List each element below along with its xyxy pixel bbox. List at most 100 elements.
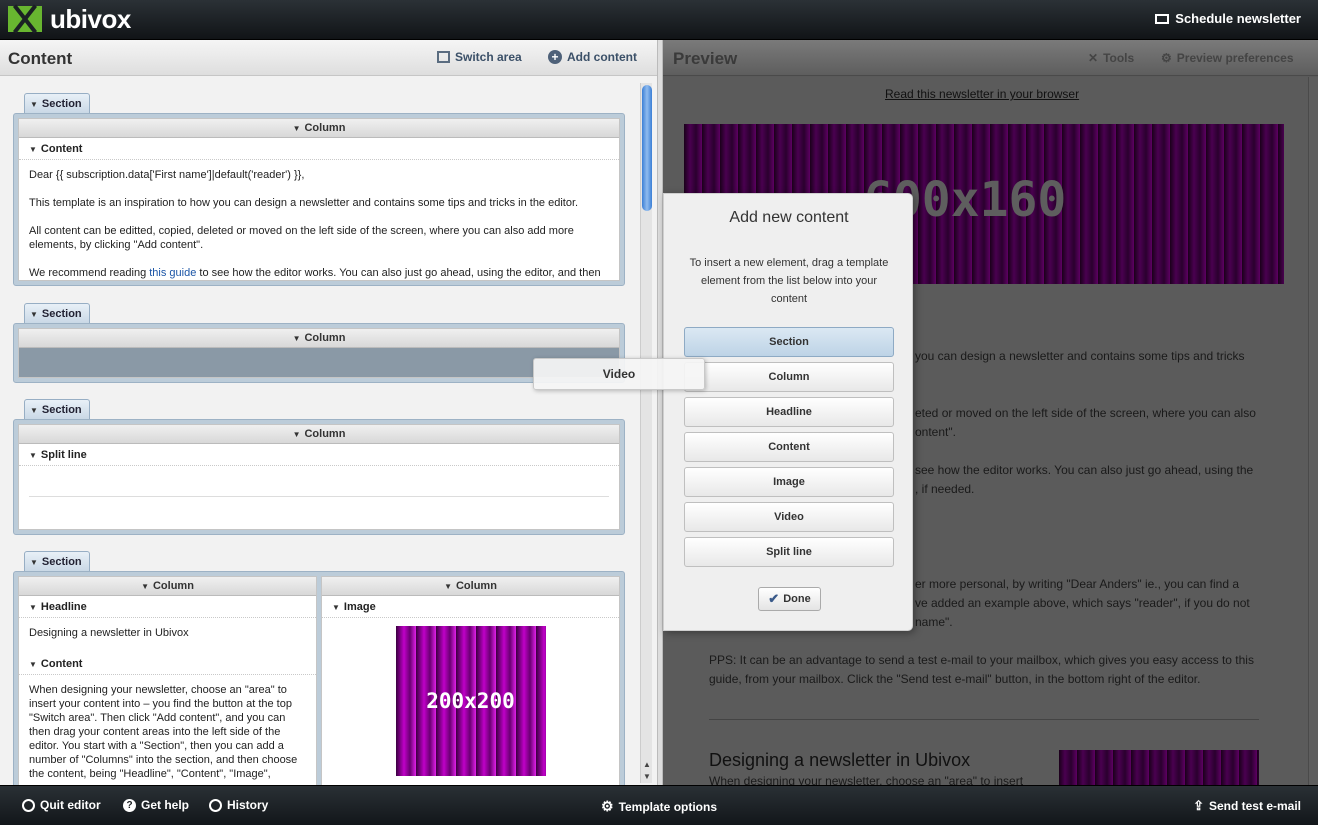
column-label: Column [455, 580, 497, 592]
element-header[interactable]: ▼ Content [19, 653, 316, 675]
element-label: Content [40, 143, 83, 155]
collapse-triangle-icon[interactable]: ▼ [293, 430, 301, 439]
logo-mark-icon [8, 6, 42, 32]
collapse-triangle-icon[interactable]: ▼ [293, 334, 301, 343]
add-content-label: Add content [567, 50, 637, 64]
preview-text: , if needed. [915, 482, 975, 496]
template-section[interactable]: Section [684, 327, 894, 357]
preview-pane-title: Preview [673, 49, 738, 68]
preview-text: see how the editor works. You can also j… [915, 463, 1254, 477]
bottom-bar: Quit editor ? Get help History ⚙ Templat… [0, 785, 1318, 825]
column-header[interactable]: ▼ Column [19, 329, 619, 348]
scroll-down-arrow-icon[interactable]: ▼ [643, 772, 651, 781]
schedule-newsletter-button[interactable]: Schedule newsletter [1155, 11, 1301, 26]
template-split-line[interactable]: Split line [684, 537, 894, 567]
collapse-triangle-icon[interactable]: ▼ [30, 406, 38, 415]
collapse-triangle-icon[interactable]: ▼ [444, 582, 452, 591]
done-button[interactable]: ✔ Done [758, 587, 821, 611]
send-test-email-label: Send test e-mail [1208, 799, 1301, 813]
preview-pane-header: Preview ✕ Tools ⚙ Preview preferences [663, 40, 1318, 76]
collapse-triangle-icon[interactable]: ▼ [29, 451, 37, 460]
column[interactable]: ▼ Column ▼ Headline Designing a newsletter… [18, 576, 317, 785]
column[interactable]: ▼ Column ▼ Split line [18, 424, 620, 530]
template-options-button[interactable]: ⚙ Template options [601, 798, 717, 815]
content-element-body[interactable]: When designing your newsletter, choose a… [19, 675, 316, 785]
column[interactable]: ▼ Column [18, 328, 620, 378]
preview-scrollbar[interactable] [1308, 77, 1318, 785]
section-tab[interactable]: ▼ Section [24, 303, 90, 324]
element-header[interactable]: ▼ Image [322, 596, 619, 618]
collapse-triangle-icon[interactable]: ▼ [141, 582, 149, 591]
element-header[interactable]: ▼ Headline [19, 596, 316, 618]
tools-label: Tools [1103, 51, 1135, 65]
send-test-email-button[interactable]: ⇪ Send test e-mail [1193, 798, 1301, 814]
collapse-triangle-icon[interactable]: ▼ [30, 310, 38, 319]
template-headline[interactable]: Headline [684, 397, 894, 427]
element-label: Headline [40, 601, 87, 613]
column-label: Column [304, 122, 346, 134]
section-tab[interactable]: ▼ Section [24, 93, 90, 114]
collapse-triangle-icon[interactable]: ▼ [29, 660, 37, 669]
logo-text: ubivox [50, 4, 131, 34]
tools-button[interactable]: ✕ Tools [1088, 51, 1134, 65]
collapse-triangle-icon[interactable]: ▼ [30, 100, 38, 109]
section-label: Section [41, 308, 82, 320]
image-placeholder[interactable]: 200x200 [395, 626, 546, 776]
content-scroll-thumb[interactable] [642, 85, 652, 211]
share-icon: ⇪ [1193, 798, 1204, 813]
section-1[interactable]: ▼ Column ▼ Content Dear {{ subscription.da… [13, 113, 625, 286]
section-tab[interactable]: ▼ Section [24, 399, 90, 420]
headline-element-body[interactable]: Designing a newsletter in Ubivox [19, 618, 316, 653]
column[interactable]: ▼ Column ▼ Image 200x200 [321, 576, 620, 785]
quit-editor-button[interactable]: Quit editor [22, 798, 101, 812]
logo[interactable]: ubivox [8, 6, 131, 32]
collapse-triangle-icon[interactable]: ▼ [29, 145, 37, 154]
element-header[interactable]: ▼ Split line [19, 444, 619, 466]
column-header[interactable]: ▼ Column [19, 577, 316, 596]
template-image[interactable]: Image [684, 467, 894, 497]
template-video[interactable]: Video [684, 502, 894, 532]
preview-pps-text: PPS: It can be an advantage to send a te… [709, 653, 1254, 686]
collapse-triangle-icon[interactable]: ▼ [293, 124, 301, 133]
content-scroll-area[interactable]: ▼ Section ▼ Column ▼ Content Dear {{ subscr… [0, 77, 657, 785]
column[interactable]: ▼ Column ▼ Content Dear {{ subscription.da… [18, 118, 620, 281]
preview-preferences-button[interactable]: ⚙ Preview preferences [1161, 51, 1294, 65]
guide-link[interactable]: this guide [149, 267, 196, 279]
section-label: Section [41, 404, 82, 416]
collapse-triangle-icon[interactable]: ▼ [30, 558, 38, 567]
content-element-body[interactable]: Dear {{ subscription.data['First name']|… [19, 160, 619, 280]
read-in-browser-link[interactable]: Read this newsletter in your browser [885, 87, 1079, 101]
top-bar: ubivox Schedule newsletter [0, 0, 1318, 40]
history-button[interactable]: History [209, 798, 268, 812]
headline-text: Designing a newsletter in Ubivox [29, 627, 189, 639]
column-header[interactable]: ▼ Column [19, 119, 619, 138]
column-header[interactable]: ▼ Column [322, 577, 619, 596]
dragged-template-video[interactable]: Video [533, 358, 705, 390]
content-paragraph: All content can be editted, copied, dele… [29, 225, 574, 251]
element-header[interactable]: ▼ Content [19, 138, 619, 160]
add-content-button[interactable]: + Add content [548, 50, 637, 64]
column-label: Column [304, 428, 346, 440]
image-placeholder-text: 200x200 [426, 689, 515, 713]
content-paragraph: We recommend reading this guide to see h… [29, 266, 609, 280]
content-pane-header: Content Switch area + Add content [0, 40, 657, 76]
collapse-triangle-icon[interactable]: ▼ [332, 603, 340, 612]
collapse-triangle-icon[interactable]: ▼ [29, 603, 37, 612]
section-4[interactable]: ▼ Column ▼ Headline Designing a newsletter… [13, 571, 625, 785]
content-paragraph: When designing your newsletter, choose a… [29, 684, 298, 780]
gear-icon: ⚙ [601, 798, 614, 814]
template-column[interactable]: Column [684, 362, 894, 392]
template-options-label: Template options [618, 799, 718, 814]
column-header[interactable]: ▼ Column [19, 425, 619, 444]
section-tab[interactable]: ▼ Section [24, 551, 90, 572]
history-label: History [227, 798, 269, 812]
scroll-up-arrow-icon[interactable]: ▲ [643, 760, 651, 769]
content-scrollbar[interactable]: ▲ ▼ [640, 83, 652, 783]
layout-icon [437, 51, 450, 63]
section-3[interactable]: ▼ Column ▼ Split line [13, 419, 625, 535]
get-help-button[interactable]: ? Get help [123, 798, 189, 812]
get-help-label: Get help [141, 798, 190, 812]
switch-area-button[interactable]: Switch area [437, 50, 522, 64]
template-content[interactable]: Content [684, 432, 894, 462]
quit-editor-label: Quit editor [40, 798, 101, 812]
